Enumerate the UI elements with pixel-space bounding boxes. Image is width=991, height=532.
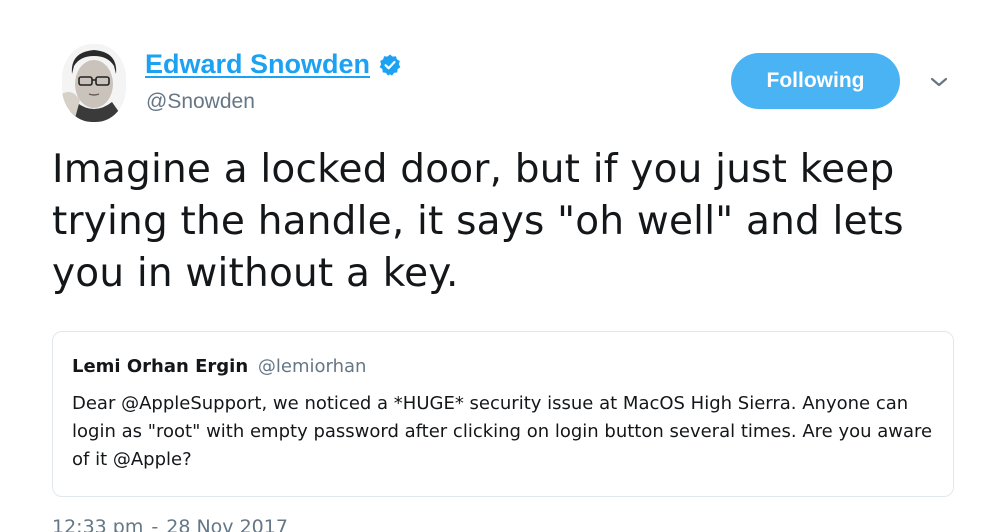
timestamp-separator: - [151,516,159,532]
quoted-tweet-card[interactable]: Lemi Orhan Ergin @lemiorhan Dear @AppleS… [52,331,954,497]
quoted-tweet-text: Dear @AppleSupport, we noticed a *HUGE* … [72,393,933,470]
tweet-timestamp[interactable]: 12:33 pm -28 Nov 2017 [52,516,288,532]
author-name[interactable]: Edward Snowden [145,49,370,80]
timestamp-date: 28 Nov 2017 [166,516,288,532]
tweet: Edward Snowden @Snowden Following Imagin… [0,0,991,532]
tweet-text: Imagine a locked door, but if you just k… [52,147,904,296]
quoted-author-name: Lemi Orhan Ergin [72,356,249,377]
quoted-author-handle: @lemiorhan [257,356,367,377]
author-name-row: Edward Snowden [145,49,402,80]
chevron-down-icon[interactable] [928,74,950,90]
verified-badge-icon [379,54,401,76]
author-handle: @Snowden [146,90,255,113]
following-button[interactable]: Following [731,53,900,109]
timestamp-time: 12:33 pm [52,516,144,532]
avatar[interactable] [62,44,126,122]
quoted-tweet-header: Lemi Orhan Ergin @lemiorhan [72,356,366,377]
